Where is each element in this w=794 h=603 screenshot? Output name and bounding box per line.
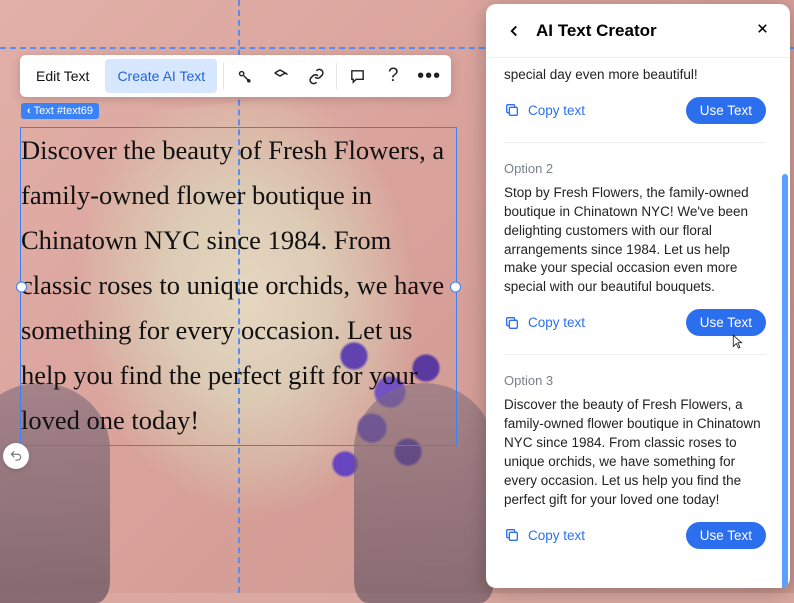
option-text: Discover the beauty of Fresh Flowers, a … [504, 396, 766, 509]
copy-text-button[interactable]: Copy text [504, 102, 585, 118]
panel-scrollbar[interactable] [782, 174, 788, 588]
text-content[interactable]: Discover the beauty of Fresh Flowers, a … [21, 128, 456, 443]
selected-text-element[interactable]: Discover the beauty of Fresh Flowers, a … [21, 128, 456, 445]
panel-title: AI Text Creator [536, 21, 657, 41]
undo-button[interactable] [3, 443, 29, 469]
animation-icon[interactable] [226, 59, 262, 93]
toolbar-separator [223, 63, 224, 89]
help-icon[interactable]: ? [375, 59, 411, 93]
editor-canvas[interactable]: Edit Text Create AI Text ? ••• Text #tex… [0, 0, 794, 593]
use-text-button[interactable]: Use Text [686, 522, 766, 549]
back-button[interactable] [502, 19, 526, 43]
option-label: Option 3 [504, 373, 766, 388]
comment-icon[interactable] [339, 59, 375, 93]
copy-text-button[interactable]: Copy text [504, 527, 585, 543]
toolbar-separator [336, 63, 337, 89]
option-label: Option 2 [504, 161, 766, 176]
option-text: special day even more beautiful! [504, 66, 766, 85]
copy-text-label: Copy text [528, 315, 585, 330]
option-divider [504, 354, 766, 355]
edit-text-button[interactable]: Edit Text [24, 59, 101, 93]
use-text-button[interactable]: Use Text [686, 97, 766, 124]
link-icon[interactable] [298, 59, 334, 93]
use-text-button[interactable]: Use Text [686, 309, 766, 336]
ai-text-creator-panel: AI Text Creator special day even more be… [486, 4, 790, 588]
copy-text-label: Copy text [528, 528, 585, 543]
copy-text-button[interactable]: Copy text [504, 315, 585, 331]
more-icon[interactable]: ••• [411, 59, 447, 93]
create-ai-text-button[interactable]: Create AI Text [105, 59, 217, 93]
close-button[interactable] [750, 19, 774, 43]
copy-text-label: Copy text [528, 103, 585, 118]
layout-icon[interactable] [262, 59, 298, 93]
option-text: Stop by Fresh Flowers, the family-owned … [504, 184, 766, 297]
panel-header: AI Text Creator [486, 4, 790, 58]
panel-body[interactable]: special day even more beautiful! Copy te… [486, 58, 790, 588]
option-divider [504, 142, 766, 143]
element-toolbar: Edit Text Create AI Text ? ••• [20, 55, 451, 97]
element-id-badge[interactable]: Text #text69 [21, 103, 99, 119]
